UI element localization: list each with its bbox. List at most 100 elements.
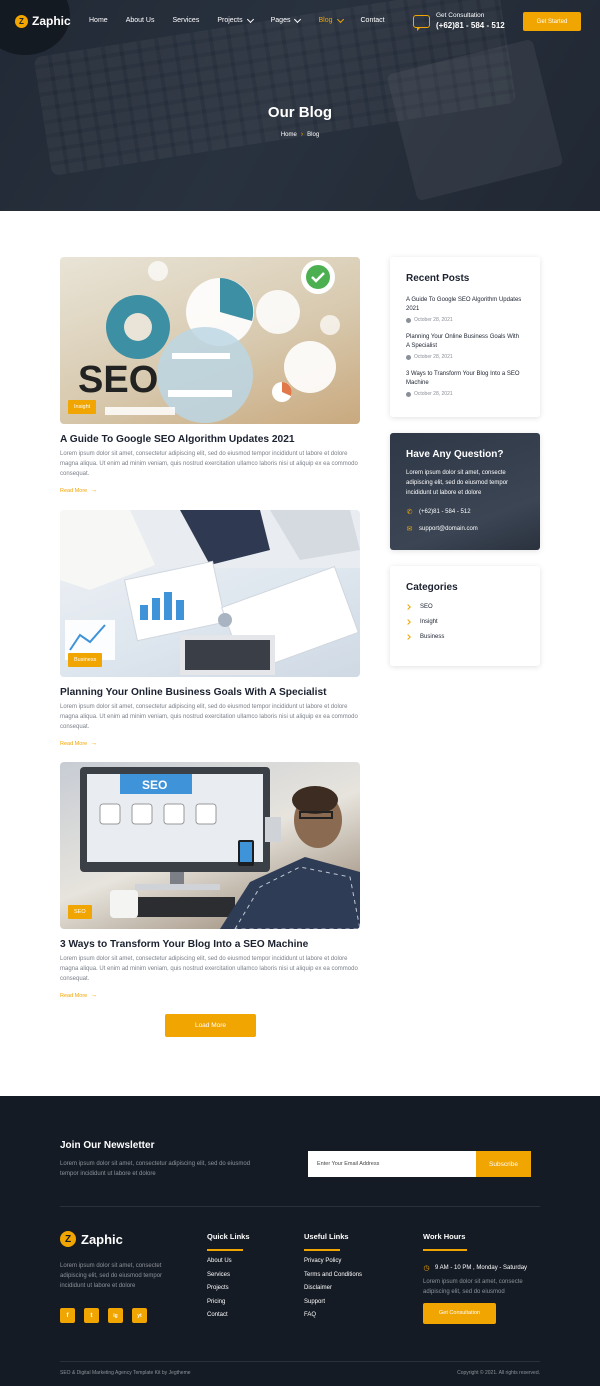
chevron-right-icon: ›: [300, 131, 304, 138]
read-more-label: Read More: [60, 740, 88, 747]
copyright-text: Copyright © 2021. All rights reserved.: [457, 1370, 540, 1376]
footer-link-pricing[interactable]: Pricing: [207, 1299, 250, 1305]
question-phone[interactable]: ✆ (+62)81 - 584 - 512: [406, 508, 524, 516]
useful-links-column: Useful Links Privacy Policy Terms and Co…: [304, 1232, 362, 1318]
post-category-badge[interactable]: Insight: [68, 400, 97, 414]
footer-credit: SEO & Digital Marketing Agency Template …: [60, 1370, 191, 1376]
chat-bubble-icon: [413, 14, 430, 31]
widget-title: Have Any Question?: [406, 449, 504, 460]
breadcrumb-home[interactable]: Home: [281, 132, 297, 138]
nav-item-home[interactable]: Home: [89, 17, 108, 24]
quick-links-column: Quick Links About Us Services Projects P…: [207, 1232, 250, 1318]
read-more-link[interactable]: Read More →: [60, 487, 360, 494]
footer-link-contact[interactable]: Contact: [207, 1312, 250, 1318]
post-category-badge[interactable]: Business: [68, 653, 103, 667]
facebook-icon[interactable]: f: [60, 1308, 75, 1323]
load-more-button[interactable]: Load More: [165, 1014, 256, 1037]
work-hours-column: Work Hours ◷ 9 AM - 10 PM , Monday - Satu…: [423, 1232, 543, 1324]
nav-item-projects[interactable]: Projects: [217, 15, 254, 24]
footer-link-faq[interactable]: FAQ: [304, 1312, 362, 1318]
read-more-link[interactable]: Read More →: [60, 740, 360, 747]
get-started-button[interactable]: Get Started: [523, 12, 581, 31]
clock-icon: ◷: [423, 1264, 430, 1272]
recent-post-item[interactable]: A Guide To Google SEO Algorithm Updates …: [406, 296, 524, 323]
recent-post-title[interactable]: 3 Ways to Transform Your Blog Into a SEO…: [406, 370, 524, 387]
nav-label: Home: [89, 17, 108, 24]
recent-posts-widget: Recent Posts A Guide To Google SEO Algor…: [390, 257, 540, 417]
date-text: October 28, 2021: [414, 354, 453, 360]
footer-link-disclaimer[interactable]: Disclaimer: [304, 1285, 362, 1291]
widget-title: Categories: [406, 582, 458, 593]
blog-post-card: Business Planning Your Online Business G…: [60, 510, 360, 747]
category-item-insight[interactable]: Insight: [405, 619, 524, 625]
consultation-label: Get Consultation: [436, 12, 485, 19]
top-navigation: Z Zaphic Home About Us Services Projects…: [0, 0, 600, 44]
nav-item-contact[interactable]: Contact: [361, 17, 385, 24]
logo-mark-icon: Z: [15, 14, 28, 28]
nav-item-blog[interactable]: Blog: [318, 15, 344, 24]
main-menu: Home About Us Services Projects Pages Bl…: [89, 15, 403, 24]
footer-bottom-divider: [60, 1361, 540, 1362]
post-image[interactable]: SEO Insight: [60, 257, 360, 424]
newsletter-title: Join Our Newsletter: [60, 1140, 155, 1151]
footer-link-about[interactable]: About Us: [207, 1258, 250, 1264]
post-title[interactable]: A Guide To Google SEO Algorithm Updates …: [60, 434, 360, 445]
post-image[interactable]: SEO SEO: [60, 762, 360, 929]
instagram-icon[interactable]: ig: [108, 1308, 123, 1323]
logo-text: Zaphic: [32, 14, 71, 28]
clock-icon: [406, 317, 411, 323]
site-logo[interactable]: Z Zaphic: [15, 14, 71, 28]
chevron-down-icon: [336, 15, 344, 23]
youtube-icon[interactable]: yt: [132, 1308, 147, 1323]
title-underline: [207, 1249, 243, 1251]
footer-link-projects[interactable]: Projects: [207, 1285, 250, 1291]
chevron-down-icon: [246, 15, 254, 23]
arrow-right-icon: →: [90, 740, 98, 747]
footer-link-terms[interactable]: Terms and Conditions: [304, 1272, 362, 1278]
subscribe-button[interactable]: Subscribe: [476, 1151, 531, 1177]
nav-item-services[interactable]: Services: [172, 17, 199, 24]
twitter-icon[interactable]: t: [84, 1308, 99, 1323]
recent-post-item[interactable]: 3 Ways to Transform Your Blog Into a SEO…: [406, 370, 524, 397]
newsletter-email-input[interactable]: [308, 1151, 478, 1177]
seo-gears-illustration: SEO: [78, 260, 340, 423]
nav-label: About Us: [125, 17, 155, 24]
footer-link-services[interactable]: Services: [207, 1272, 250, 1278]
recent-post-title[interactable]: Planning Your Online Business Goals With…: [406, 333, 524, 350]
recent-post-date: October 28, 2021: [406, 354, 524, 360]
consultation-contact[interactable]: Get Consultation (+62)81 - 584 - 512: [413, 12, 505, 31]
footer-brand-description: Lorem ipsum dolor sit amet, consectet ad…: [60, 1263, 163, 1289]
arrow-right-icon: →: [90, 992, 98, 999]
social-links: f t ig yt: [60, 1308, 147, 1323]
category-item-seo[interactable]: SEO: [405, 604, 524, 610]
logo-text: Zaphic: [81, 1231, 123, 1247]
post-category-badge[interactable]: SEO: [68, 905, 92, 919]
recent-post-item[interactable]: Planning Your Online Business Goals With…: [406, 333, 524, 360]
footer-link-support[interactable]: Support: [304, 1299, 362, 1305]
chevron-right-icon: [405, 634, 411, 640]
title-underline: [304, 1249, 340, 1251]
chevron-down-icon: [294, 15, 302, 23]
recent-post-title[interactable]: A Guide To Google SEO Algorithm Updates …: [406, 296, 524, 313]
breadcrumb: Home › Blog: [0, 131, 600, 138]
post-title[interactable]: Planning Your Online Business Goals With…: [60, 687, 360, 698]
breadcrumb-current: Blog: [307, 131, 320, 138]
title-underline: [423, 1249, 467, 1251]
get-consultation-button[interactable]: Get Consultation: [423, 1302, 496, 1324]
read-more-link[interactable]: Read More →: [60, 992, 360, 999]
work-hours-text: Lorem ipsum dolor sit amet, consecte adi…: [423, 1278, 523, 1295]
blog-post-card: SEO SEO 3 Ways to Transform Your Blog In…: [60, 762, 360, 999]
recent-post-date: October 28, 2021: [406, 317, 524, 323]
question-email[interactable]: ✉ support@domain.com: [406, 525, 524, 533]
column-title: Work Hours: [423, 1232, 466, 1241]
post-image[interactable]: Business: [60, 510, 360, 677]
work-hours-line: ◷ 9 AM - 10 PM , Monday - Saturday: [423, 1264, 543, 1272]
footer-link-privacy[interactable]: Privacy Policy: [304, 1258, 362, 1264]
logo-mark-icon: Z: [60, 1231, 76, 1247]
nav-item-about[interactable]: About Us: [126, 17, 155, 24]
footer-logo[interactable]: Z Zaphic: [60, 1231, 123, 1247]
consultation-phone: (+62)81 - 584 - 512: [436, 21, 505, 30]
post-title[interactable]: 3 Ways to Transform Your Blog Into a SEO…: [60, 939, 360, 950]
category-item-business[interactable]: Business: [405, 634, 524, 640]
nav-item-pages[interactable]: Pages: [271, 15, 302, 24]
